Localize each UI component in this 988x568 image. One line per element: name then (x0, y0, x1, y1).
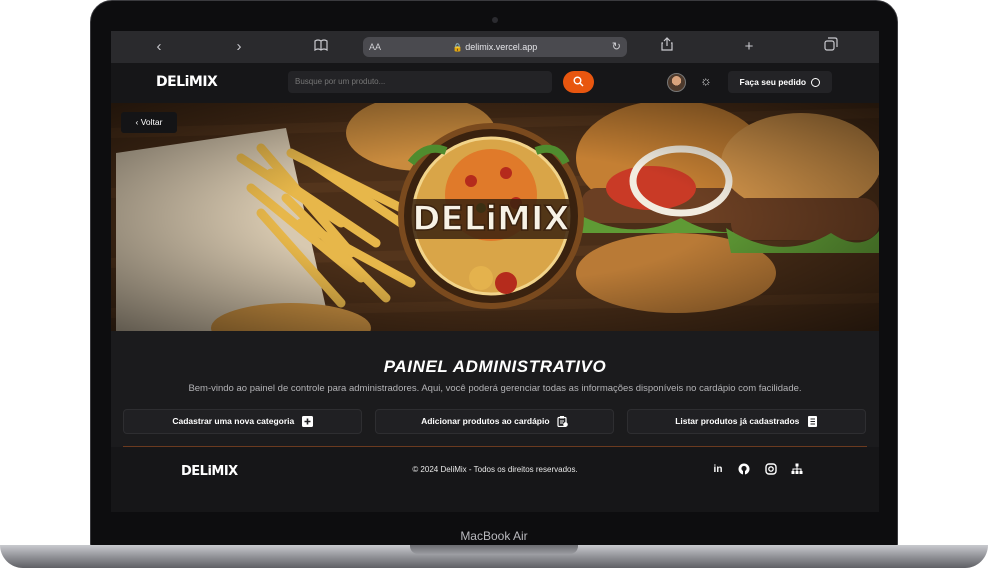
chevron-left-icon[interactable]: ‹ (149, 37, 169, 57)
add-category-label: Cadastrar uma nova categoria (172, 416, 295, 426)
avatar[interactable] (667, 73, 686, 92)
add-products-label: Adicionar produtos ao cardápio (421, 416, 550, 426)
page-description: Bem-vindo ao painel de controle para adm… (188, 383, 802, 394)
clipboard-plus-icon (557, 416, 568, 428)
tabs-overview-icon[interactable] (821, 37, 841, 57)
food-background-image: DELiMIX (111, 103, 879, 331)
device-label: MacBook Air (460, 529, 528, 543)
search-icon (573, 76, 584, 87)
search-input[interactable] (288, 71, 552, 93)
order-label: Faça seu pedido (739, 77, 807, 87)
hero-logo-text: DELiMIX (412, 199, 569, 239)
list-book-icon (807, 416, 817, 428)
sun-icon[interactable]: ☼ (698, 73, 714, 89)
book-icon[interactable] (311, 37, 331, 57)
laptop-notch (410, 545, 578, 554)
search-button[interactable] (563, 71, 594, 93)
plus-square-icon (301, 416, 313, 428)
sitemap-icon[interactable] (790, 463, 804, 477)
instagram-icon[interactable] (764, 463, 778, 477)
back-button[interactable]: ‹ Voltar (121, 112, 177, 133)
back-label: Voltar (140, 117, 163, 127)
reload-icon[interactable]: ↻ (612, 37, 621, 57)
list-products-label: Listar produtos já cadastrados (675, 416, 800, 426)
app-header: DELiMIX ☼ Faça seu pedido (111, 63, 879, 103)
linkedin-icon[interactable]: in (711, 463, 725, 477)
webcam (492, 17, 498, 23)
new-tab-icon[interactable]: + (739, 37, 759, 57)
browser-toolbar: ‹ › AA 🔒 delimix.vercel.app ↻ + (111, 31, 879, 63)
hero-banner: DELiMIX ‹ Voltar (111, 103, 879, 331)
whatsapp-icon (811, 78, 821, 88)
screen: ‹ › AA 🔒 delimix.vercel.app ↻ + DELiMIX … (111, 31, 879, 512)
header-logo[interactable]: DELiMIX (156, 74, 218, 90)
list-products-button[interactable]: Listar produtos já cadastrados (627, 409, 866, 434)
address-bar[interactable]: AA 🔒 delimix.vercel.app ↻ (363, 37, 627, 57)
github-icon[interactable] (737, 463, 751, 477)
text-size-button[interactable]: AA (369, 37, 381, 57)
footer: DELiMIX © 2024 DeliMix - Todos os direit… (111, 447, 879, 512)
share-icon[interactable] (657, 37, 677, 57)
lock-icon: 🔒 (452, 43, 463, 52)
url-text: delimix.vercel.app (465, 42, 538, 52)
add-category-button[interactable]: Cadastrar uma nova categoria (123, 409, 362, 434)
chevron-right-icon[interactable]: › (229, 37, 249, 57)
order-button[interactable]: Faça seu pedido (728, 71, 832, 93)
page-title: PAINEL ADMINISTRATIVO (383, 357, 607, 376)
add-products-button[interactable]: Adicionar produtos ao cardápio (375, 409, 614, 434)
